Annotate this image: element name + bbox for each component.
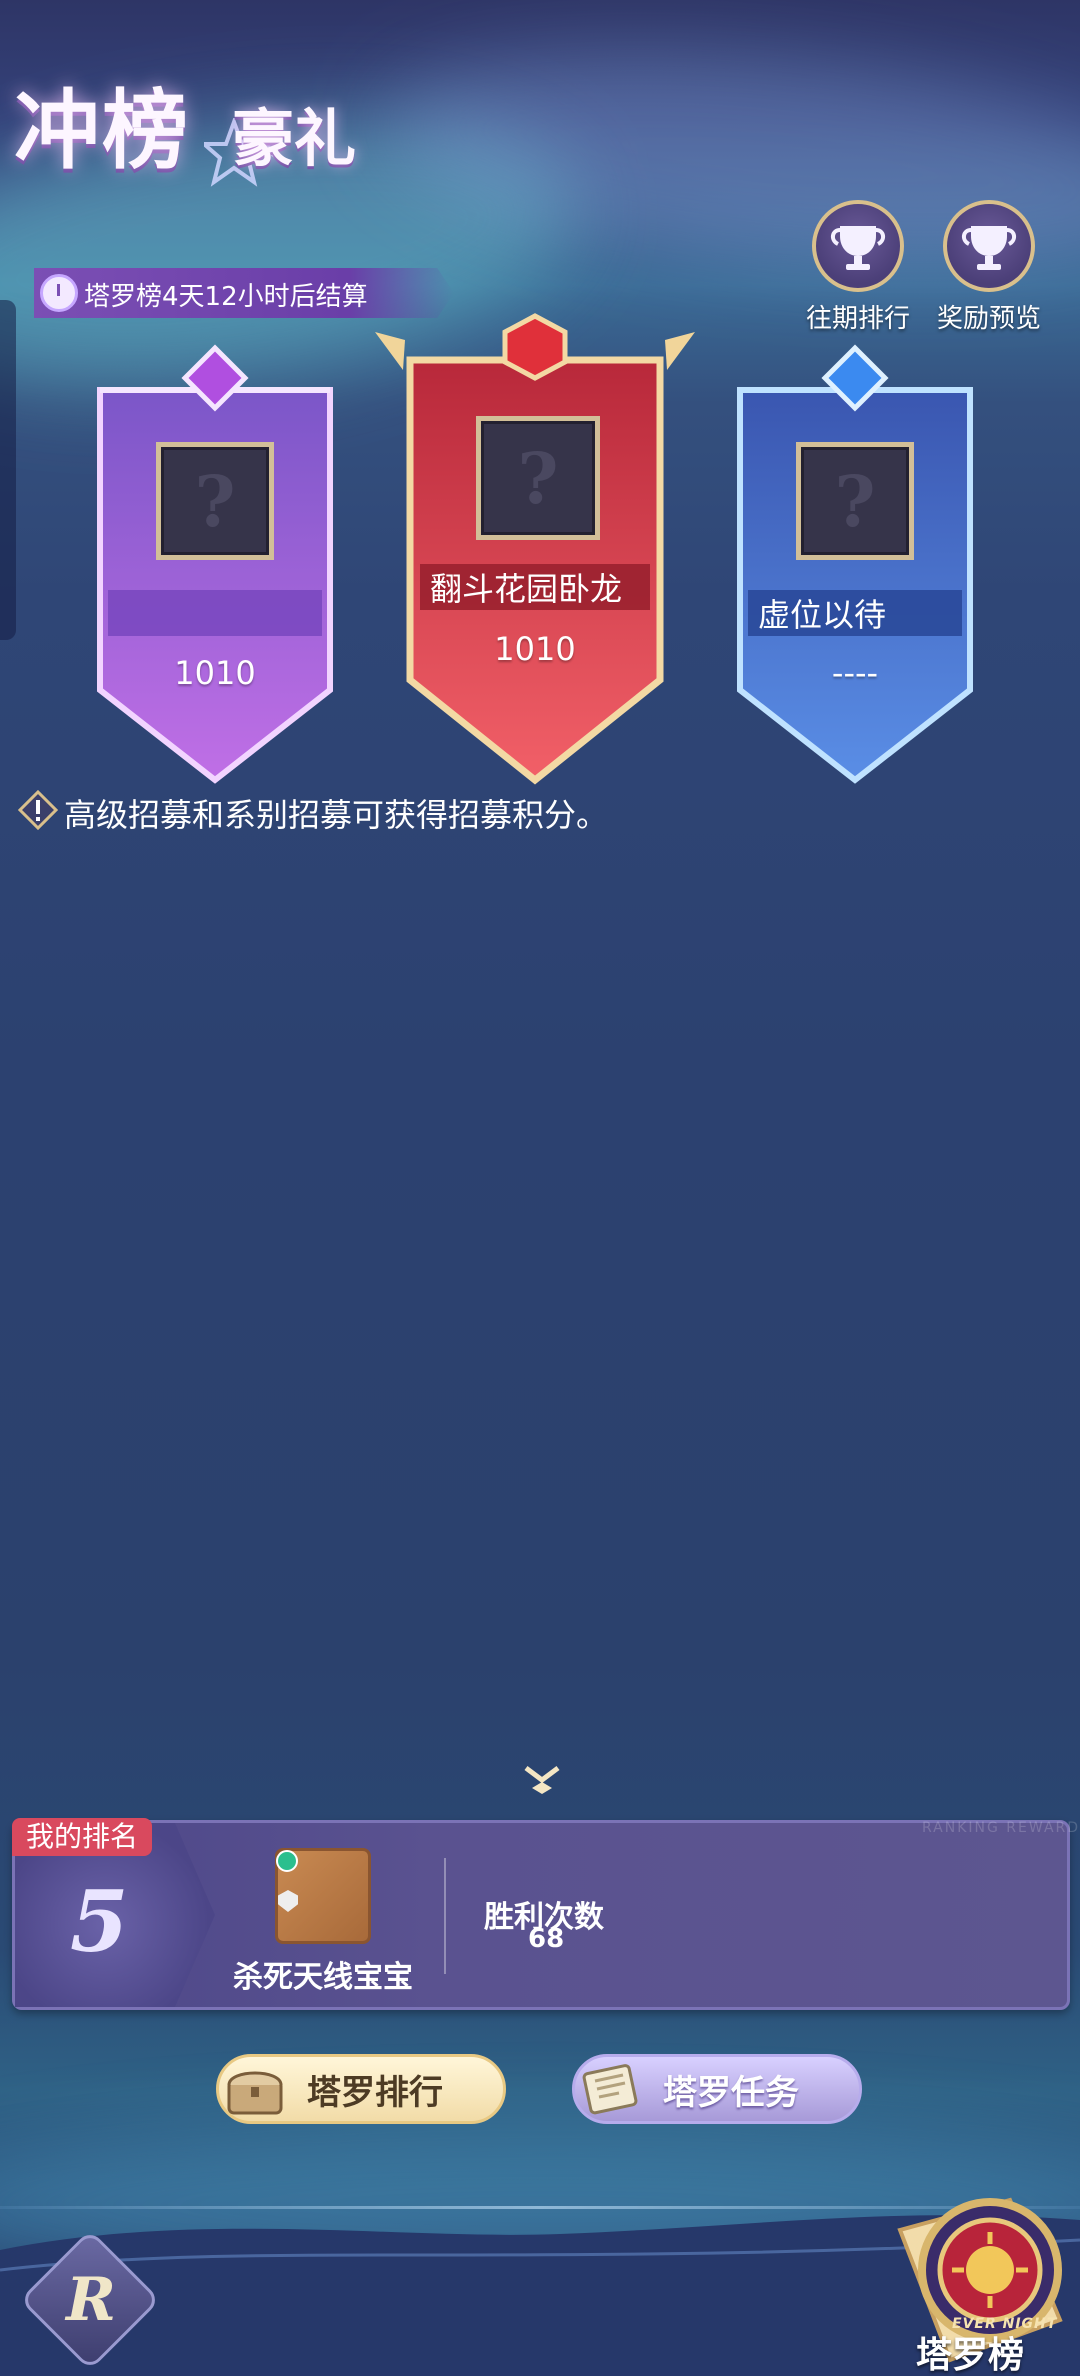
my-rank-number: 5 <box>70 1872 129 1971</box>
faction-icon <box>276 1850 298 1872</box>
logo-icon: R <box>66 2265 116 2335</box>
history-ranking-button[interactable]: 往期排行 <box>793 200 923 335</box>
warning-icon <box>18 790 58 830</box>
tarot-task-label: 塔罗任务 <box>663 2072 799 2113</box>
tarot-ranking-button[interactable]: 塔罗排行 <box>216 2054 506 2124</box>
history-ranking-label: 往期排行 <box>805 304 910 334</box>
tarot-board-label[interactable]: 塔罗榜 <box>916 2326 1024 2376</box>
podium-card-rank-1[interactable]: ? 翻斗花园卧龙 1010 <box>375 310 695 790</box>
podium-score: 1010 <box>494 630 576 668</box>
tarot-ranking-label: 塔罗排行 <box>307 2072 443 2113</box>
shield-frame <box>97 344 333 784</box>
podium-card-rank-3[interactable]: ? 虚位以待 ---- <box>720 340 990 790</box>
reward-preview-button[interactable]: 奖励预览 <box>924 200 1054 335</box>
side-drawer-tab[interactable] <box>0 300 16 640</box>
shield-frame <box>737 344 973 784</box>
divider <box>444 1858 446 1974</box>
podium-score: ---- <box>831 654 879 692</box>
trophy-icon <box>943 200 1035 292</box>
avatar: ? <box>156 442 274 560</box>
points-note: 高级招募和系别招募可获得招募积分。 <box>64 796 609 834</box>
scroll-icon <box>579 2059 643 2119</box>
panel-watermark: RANKING REWARDS <box>922 1820 1080 1836</box>
screen: 冲榜 豪礼 塔罗榜4天12小时后结算 往期排行 奖励预览 ? 1010 ? 翻斗… <box>0 0 1080 2376</box>
avatar: ? <box>476 416 600 540</box>
my-rank-tag: 我的排名 <box>12 1818 153 1856</box>
podium-name: 虚位以待 <box>748 590 962 636</box>
podium-card-rank-2[interactable]: ? 1010 <box>80 340 350 790</box>
page-title: 冲榜 <box>14 80 190 181</box>
chest-icon <box>223 2059 287 2119</box>
tarot-task-button[interactable]: 塔罗任务 <box>572 2054 862 2124</box>
avatar: ? <box>796 442 914 560</box>
page-subtitle: 豪礼 <box>232 102 357 175</box>
podium-name <box>108 590 322 636</box>
reward-preview-label: 奖励预览 <box>936 304 1041 334</box>
podium-score: 1010 <box>174 654 256 692</box>
settlement-timer: 塔罗榜4天12小时后结算 <box>84 282 368 312</box>
wins-value: 68 <box>528 1924 565 1954</box>
trophy-icon <box>812 200 904 292</box>
shield-frame <box>375 313 695 785</box>
player-name: 杀死天线宝宝 <box>233 1960 413 1995</box>
stopwatch-icon <box>40 274 78 312</box>
chevron-down-icon[interactable] <box>518 1762 566 1798</box>
podium-name: 翻斗花园卧龙 <box>420 564 650 610</box>
